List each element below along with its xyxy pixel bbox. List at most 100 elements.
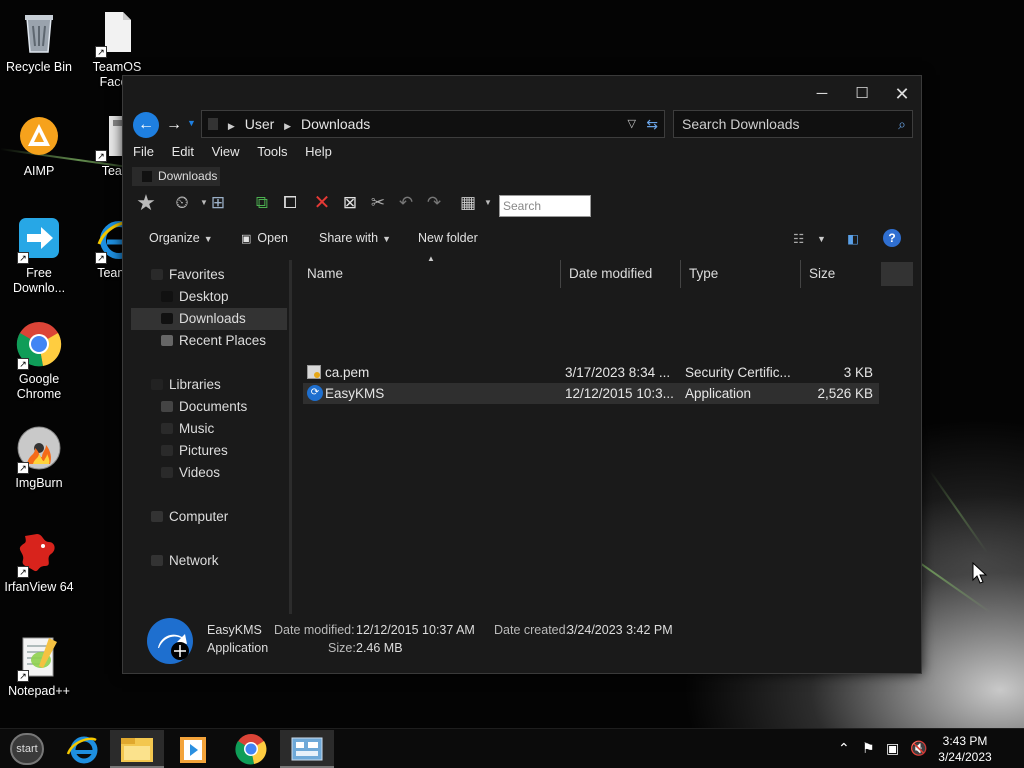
menu-help[interactable]: Help <box>305 144 332 159</box>
nav-music[interactable]: Music <box>131 418 287 440</box>
desktop-icon-label: Notepad++ <box>8 684 70 698</box>
close-button[interactable]: ✕ <box>887 84 917 104</box>
column-header-type[interactable]: Type <box>681 260 801 288</box>
nav-label: Libraries <box>169 377 221 392</box>
nav-recent-places[interactable]: Recent Places <box>131 330 287 352</box>
videos-icon <box>161 467 173 478</box>
irfanview-icon: ↗ <box>15 528 63 578</box>
menu-tools[interactable]: Tools <box>257 144 287 159</box>
taskbar-internet-explorer[interactable] <box>56 730 110 768</box>
folder-tab-label: Downloads <box>158 169 218 183</box>
nav-computer[interactable]: Computer <box>131 506 287 528</box>
open-button[interactable]: ▣ Open <box>241 231 288 245</box>
pictures-icon <box>161 445 173 456</box>
organize-button[interactable]: Organize ▼ <box>149 231 213 245</box>
nav-libraries[interactable]: Libraries <box>131 374 287 396</box>
menu-file[interactable]: File <box>133 144 154 159</box>
nav-pictures[interactable]: Pictures <box>131 440 287 462</box>
documents-icon <box>161 401 173 412</box>
recent-pages-dropdown[interactable]: ▼ <box>187 118 196 128</box>
internet-explorer-icon <box>66 736 98 764</box>
view-dropdown[interactable]: ▼ <box>475 190 501 216</box>
maximize-button[interactable]: ☐ <box>847 84 877 104</box>
address-bar[interactable]: ▶ User ▶ Downloads ▽ ⇆ <box>201 110 665 138</box>
windows-logo-icon[interactable]: ⊞ <box>205 190 231 216</box>
desktop-icon-notepad-plus-plus[interactable]: ↗ Notepad++ <box>0 632 78 699</box>
menu-edit[interactable]: Edit <box>172 144 194 159</box>
desktop-icon-recycle-bin[interactable]: Recycle Bin <box>0 8 78 75</box>
volume-muted-icon[interactable]: 🔇 <box>910 740 927 757</box>
shortcut-arrow-icon: ↗ <box>95 252 107 264</box>
forward-button[interactable]: → <box>161 112 187 138</box>
move-to-icon[interactable]: ⧠ <box>277 190 303 216</box>
change-view-icon[interactable]: ☷ <box>793 231 804 246</box>
file-row-ca-pem[interactable]: ca.pem 3/17/2023 8:34 ... Security Certi… <box>303 362 879 383</box>
share-with-button[interactable]: Share with ▼ <box>319 231 391 245</box>
chevron-right-icon: ▶ <box>227 121 235 131</box>
imgburn-icon: ↗ <box>15 424 63 474</box>
redo-icon[interactable]: ↷ <box>421 190 447 216</box>
minimize-button[interactable]: ─ <box>807 84 837 104</box>
delete-icon[interactable]: ✕ <box>309 190 335 216</box>
network-icon[interactable]: ▣ <box>886 740 899 757</box>
taskbar-media-player[interactable] <box>166 730 220 768</box>
column-header-name[interactable]: Name <box>299 260 561 288</box>
file-row-easykms[interactable]: ⟳ EasyKMS 12/12/2015 10:3... Application… <box>303 383 879 404</box>
cut-icon[interactable]: ✂ <box>365 190 391 216</box>
column-header-date-modified[interactable]: Date modified <box>561 260 681 288</box>
copy-to-icon[interactable]: ⧉ <box>249 190 275 216</box>
certificate-file-icon <box>307 365 321 379</box>
nav-network[interactable]: Network <box>131 550 287 572</box>
show-hidden-icons-chevron-icon[interactable]: ⌃ <box>838 740 850 757</box>
column-header-size[interactable]: Size <box>801 260 881 288</box>
new-folder-button[interactable]: New folder <box>418 231 478 245</box>
desktop-icon-free-download[interactable]: ↗ Free Downlo... <box>0 214 78 296</box>
details-created-label: Date created: <box>494 623 570 637</box>
favorite-star-icon[interactable]: ★ <box>133 190 159 216</box>
toolbar-search-input[interactable]: Search <box>499 195 591 217</box>
breadcrumb-downloads[interactable]: Downloads <box>301 116 370 132</box>
pane-splitter[interactable] <box>289 260 292 614</box>
back-button[interactable]: ← <box>133 112 159 138</box>
details-file-name: EasyKMS <box>207 623 262 637</box>
desktop-icon-google-chrome[interactable]: ↗ Google Chrome <box>0 320 78 402</box>
music-icon <box>161 423 173 434</box>
file-size: 2,526 KB <box>817 386 873 401</box>
help-icon[interactable]: ? <box>883 229 901 247</box>
libraries-icon <box>151 379 163 390</box>
desktop-icon-aimp[interactable]: AIMP <box>0 112 78 179</box>
shortcut-arrow-icon: ↗ <box>17 566 29 578</box>
desktop-icon-label: Free Downlo... <box>12 266 66 295</box>
nav-downloads[interactable]: Downloads <box>131 308 287 330</box>
nav-label: Recent Places <box>179 333 267 348</box>
menu-view[interactable]: View <box>212 144 240 159</box>
start-button[interactable]: start <box>10 733 44 765</box>
preview-pane-icon[interactable]: ◧ <box>847 231 859 246</box>
taskbar-control-panel[interactable] <box>280 730 334 768</box>
taskbar-google-chrome[interactable] <box>224 730 278 768</box>
delete-permanently-icon[interactable]: ⊠ <box>337 190 363 216</box>
desktop-icon-irfanview[interactable]: ↗ IrfanView 64 <box>0 528 78 595</box>
details-pane: EasyKMS Application Date modified: 12/12… <box>123 616 921 672</box>
view-options-dropdown[interactable]: ▼ <box>817 234 826 244</box>
shortcut-arrow-icon: ↗ <box>17 670 29 682</box>
column-label: Date modified <box>569 266 653 281</box>
nav-documents[interactable]: Documents <box>131 396 287 418</box>
taskbar-file-explorer[interactable] <box>110 730 164 768</box>
undo-icon[interactable]: ↶ <box>393 190 419 216</box>
address-history-dropdown[interactable]: ▽ <box>628 111 636 137</box>
file-date: 12/12/2015 10:3... <box>565 386 674 401</box>
organize-label: Organize <box>149 231 200 245</box>
nav-desktop[interactable]: Desktop <box>131 286 287 308</box>
action-center-flag-icon[interactable]: ⚑ <box>862 740 875 757</box>
breadcrumb-user[interactable]: User <box>245 116 275 132</box>
refresh-icon[interactable]: ⇆ <box>646 111 658 137</box>
nav-favorites[interactable]: Favorites <box>131 264 287 286</box>
nav-videos[interactable]: Videos <box>131 462 287 484</box>
system-clock[interactable]: 3:43 PM 3/24/2023 <box>930 733 1000 765</box>
column-label: Name <box>307 266 344 281</box>
search-input[interactable]: Search Downloads ⌕ <box>673 110 913 138</box>
search-icon[interactable]: ⌕ <box>898 111 906 137</box>
folder-tab[interactable]: Downloads <box>132 167 220 186</box>
desktop-icon-imgburn[interactable]: ↗ ImgBurn <box>0 424 78 491</box>
